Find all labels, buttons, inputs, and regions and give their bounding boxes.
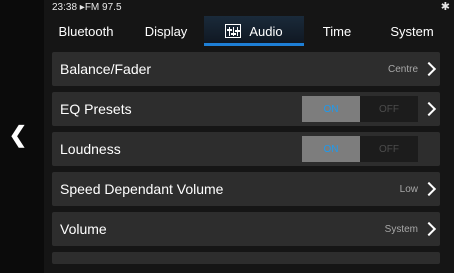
row-value: System [384, 223, 418, 235]
tab-label: Display [144, 23, 188, 39]
tab-bar: Bluetooth Display Audio Time System [44, 16, 454, 46]
chevron-left-icon: ❮ [8, 122, 28, 147]
tab-label: Bluetooth [58, 23, 114, 39]
toggle-off[interactable]: OFF [360, 136, 418, 162]
tab-system[interactable]: System [370, 16, 454, 46]
toggle-on[interactable]: ON [302, 136, 360, 162]
chevron-right-icon [421, 221, 437, 237]
toggle-off[interactable]: OFF [360, 96, 418, 122]
tab-display[interactable]: Display [128, 16, 204, 46]
row-balance-fader[interactable]: Balance/Fader Centre [52, 52, 440, 86]
tab-bluetooth[interactable]: Bluetooth [44, 16, 128, 46]
row-label: Balance/Fader [60, 61, 152, 77]
tab-label: System [390, 23, 434, 39]
chevron-right-icon [421, 101, 437, 117]
toggle-on[interactable]: ON [302, 96, 360, 122]
row-loudness: Loudness ON OFF [52, 132, 440, 166]
bluetooth-status-icon: ✱ [440, 1, 450, 13]
row-label: EQ Presets [60, 101, 132, 117]
eq-presets-toggle[interactable]: ON OFF [302, 96, 418, 122]
chevron-right-icon [421, 61, 437, 77]
row-label: Volume [60, 221, 107, 237]
tab-audio[interactable]: Audio [204, 16, 304, 46]
chevron-right-icon [421, 181, 437, 197]
equalizer-icon [225, 24, 242, 38]
left-nav-bar: ❮ [0, 0, 36, 273]
row-eq-presets[interactable]: EQ Presets ON OFF [52, 92, 440, 126]
tab-label: Time [322, 23, 352, 39]
row-speed-dependant-volume[interactable]: Speed Dependant Volume Low [52, 172, 440, 206]
row-next-partial[interactable] [52, 252, 440, 264]
settings-screen: 23:38 ▸FM 97.5 ✱ Bluetooth Display Audio… [44, 0, 454, 273]
row-value: Centre [387, 63, 418, 75]
tab-time[interactable]: Time [304, 16, 370, 46]
row-label: Speed Dependant Volume [60, 181, 224, 197]
row-volume[interactable]: Volume System [52, 212, 440, 246]
status-bar: 23:38 ▸FM 97.5 [52, 2, 122, 13]
loudness-toggle[interactable]: ON OFF [302, 136, 418, 162]
row-value: Low [399, 183, 418, 195]
back-button[interactable]: ❮ [0, 110, 36, 160]
row-label: Loudness [60, 141, 121, 157]
tab-label: Audio [249, 23, 283, 39]
settings-list: Balance/Fader Centre EQ Presets ON OFF L… [52, 52, 440, 264]
